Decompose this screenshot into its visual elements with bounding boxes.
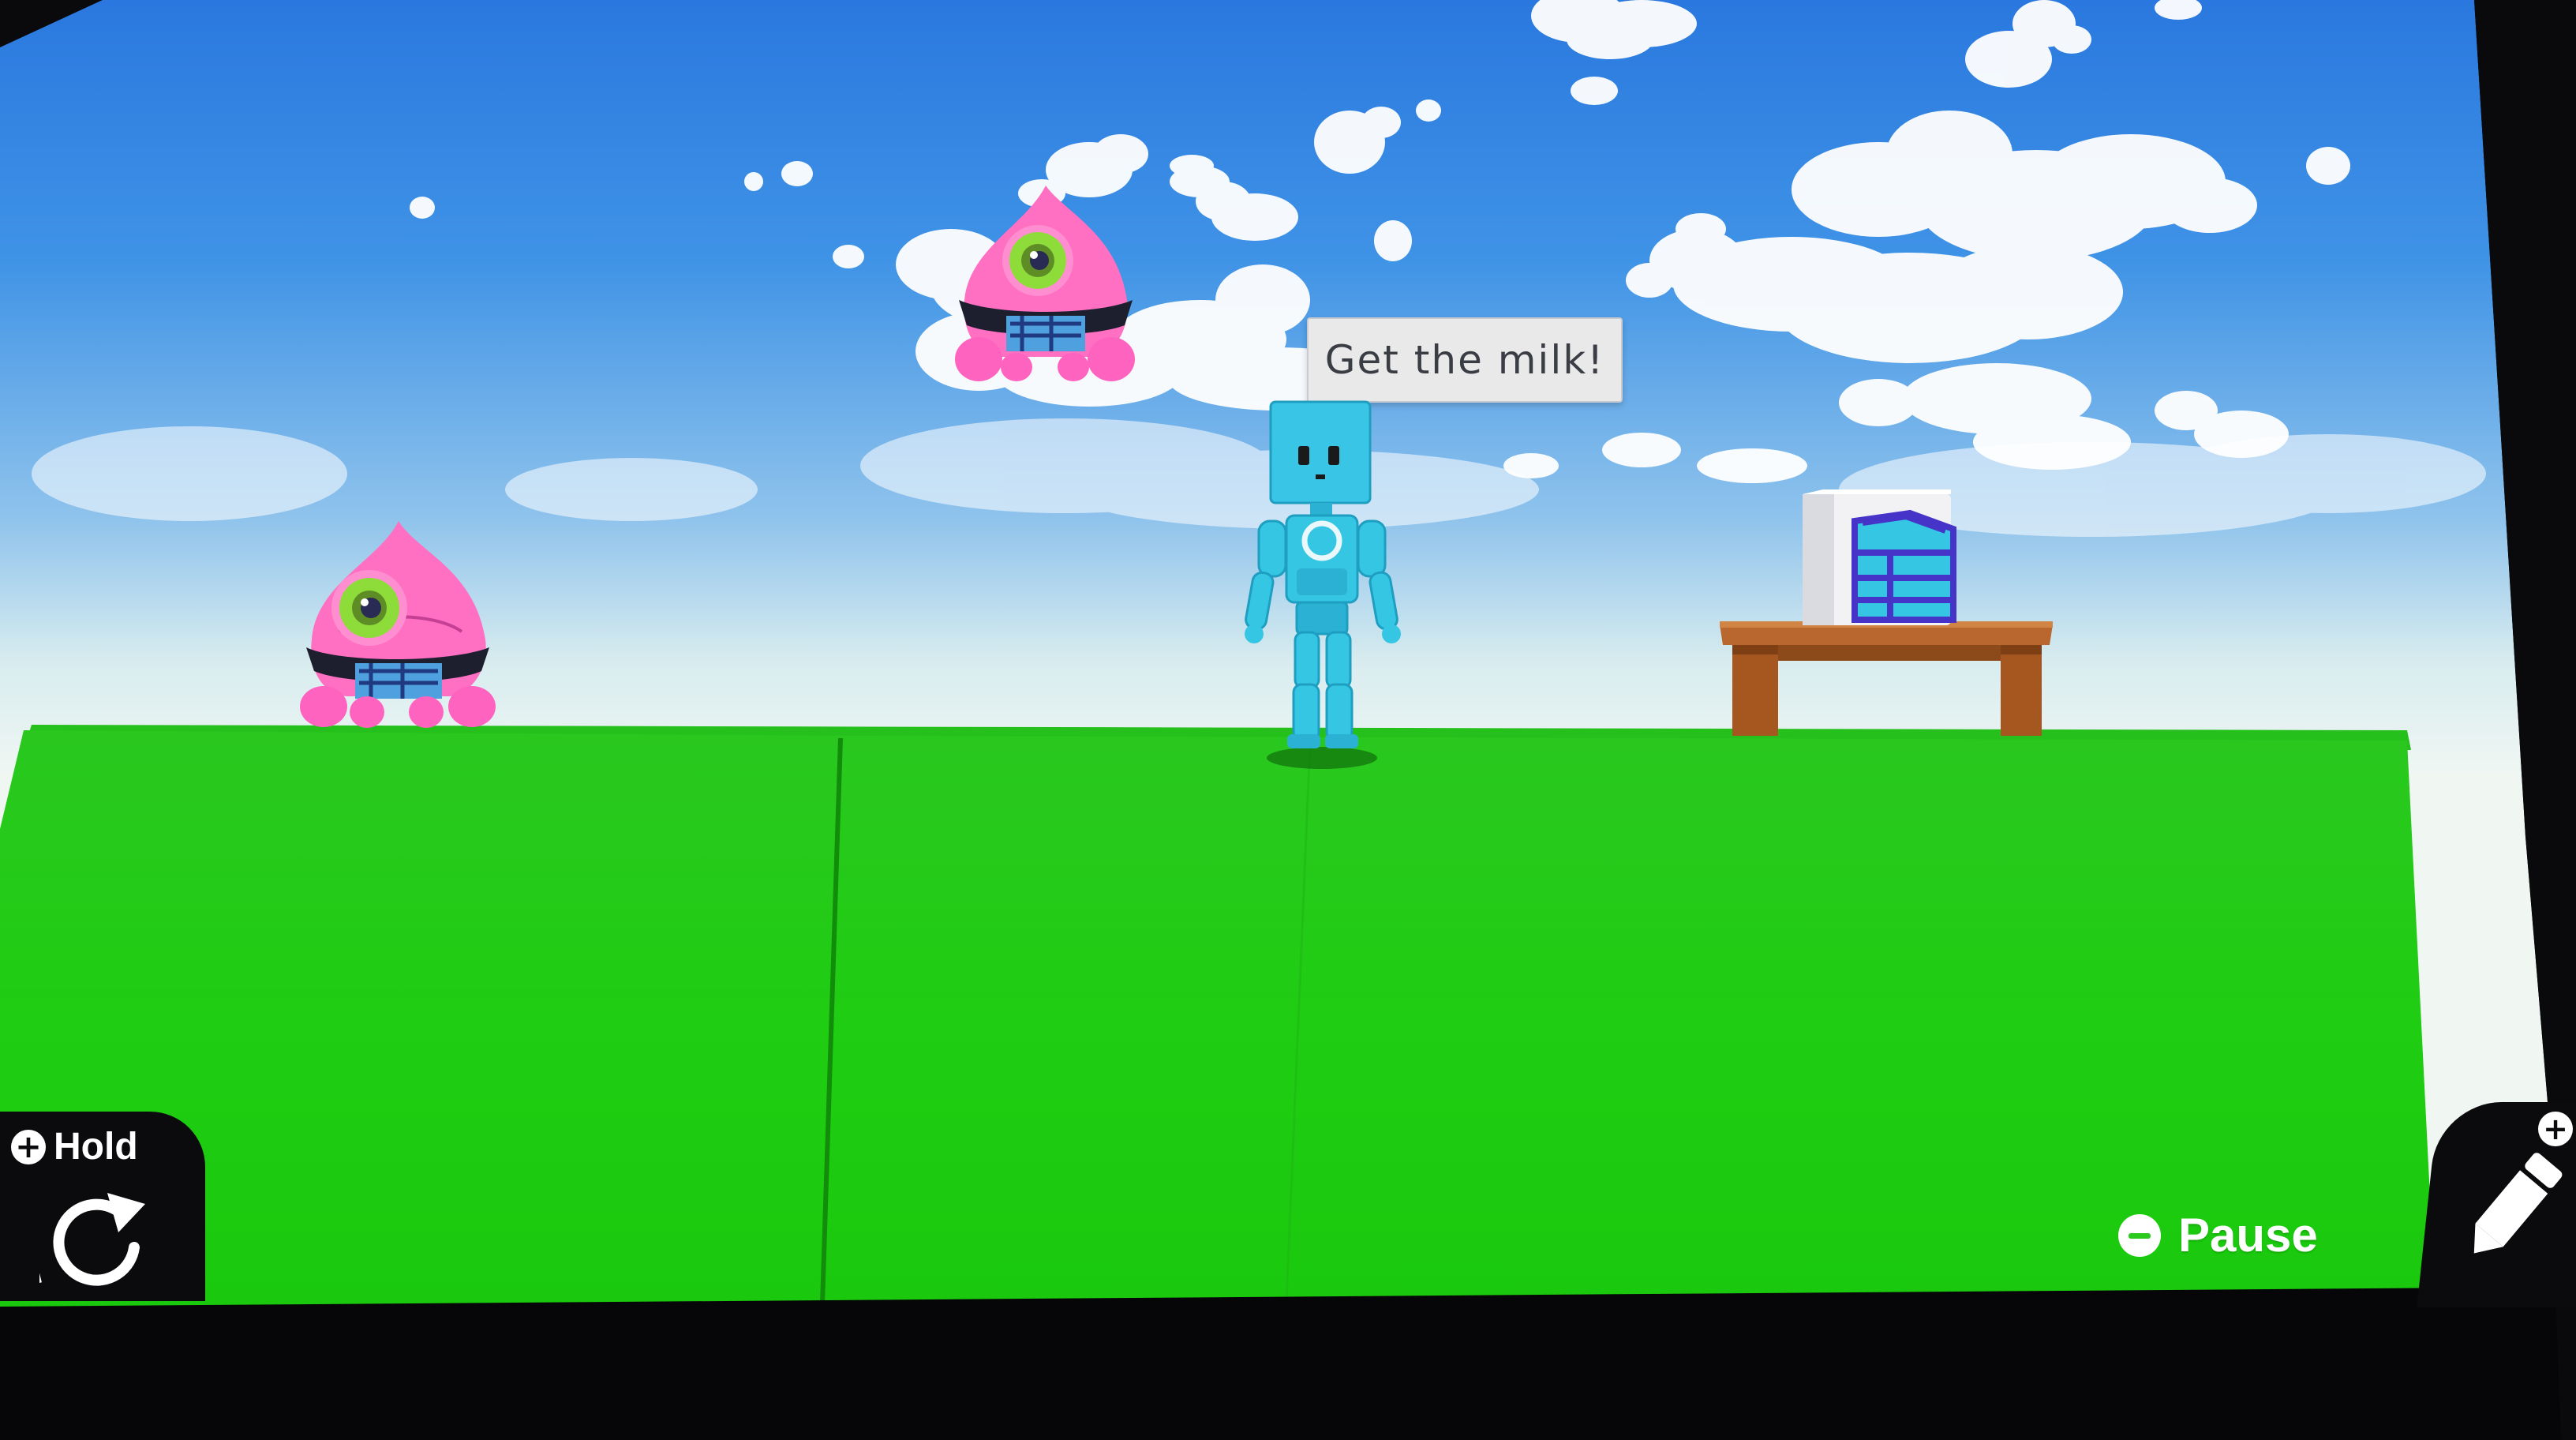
pink-monster-left [300, 521, 496, 728]
plus-button-icon[interactable]: + [2538, 1112, 2573, 1146]
hold-control[interactable]: + Hold [11, 1125, 138, 1168]
minus-button-icon[interactable] [2118, 1213, 2161, 1257]
hold-label: Hold [54, 1126, 138, 1168]
milk-carton [1803, 489, 1956, 625]
pink-monster-flying [955, 186, 1135, 381]
robot-character [1245, 400, 1401, 769]
pause-label: Pause [2178, 1209, 2318, 1262]
pencil-icon[interactable] [2461, 1149, 2563, 1267]
speech-bubble: Get the milk! [1307, 317, 1623, 403]
rotate-icon[interactable] [39, 1188, 158, 1291]
game-screen: Get the milk! + Hold + Pause [0, 0, 2576, 1440]
wooden-table [1720, 621, 2053, 736]
pause-control[interactable]: Pause [2118, 1208, 2318, 1262]
plus-button-icon[interactable]: + [11, 1129, 46, 1164]
